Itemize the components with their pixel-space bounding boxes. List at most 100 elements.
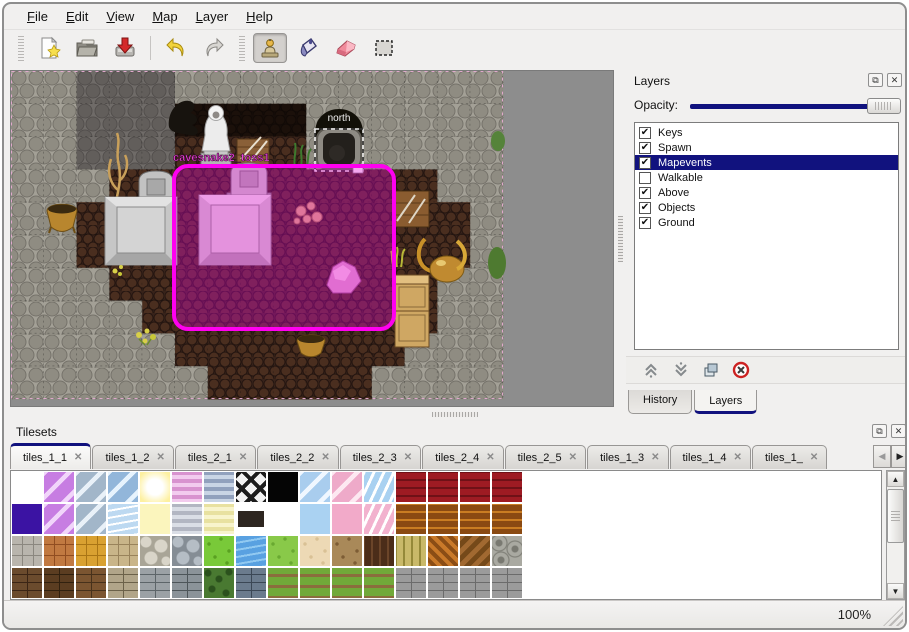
scroll-down-button[interactable]: ▼ xyxy=(887,583,904,599)
layer-checkbox[interactable]: ✔ xyxy=(639,187,651,199)
layers-float-icon[interactable]: ⧉ xyxy=(868,73,883,87)
save-button[interactable] xyxy=(108,33,142,63)
palette-tile-r3c7[interactable] xyxy=(235,567,267,599)
menu-view[interactable]: View xyxy=(97,6,143,27)
menu-file[interactable]: File xyxy=(18,6,57,27)
palette-tile-r0c8[interactable] xyxy=(267,471,299,503)
tab-close-icon[interactable]: ✕ xyxy=(810,452,818,463)
tab-close-icon[interactable]: ✕ xyxy=(239,452,247,463)
palette-tile-r1c11[interactable] xyxy=(363,503,395,535)
palette-tile-r0c13[interactable] xyxy=(427,471,459,503)
redo-button[interactable] xyxy=(197,33,231,63)
palette-tile-r1c15[interactable] xyxy=(491,503,523,535)
menu-layer[interactable]: Layer xyxy=(187,6,238,27)
palette-tile-r0c4[interactable] xyxy=(139,471,171,503)
tilesets-close-icon[interactable]: ✕ xyxy=(891,424,906,438)
tileset-tab-tiles_1_3[interactable]: tiles_1_3✕ xyxy=(587,445,668,469)
tab-close-icon[interactable]: ✕ xyxy=(74,452,82,463)
layers-close-icon[interactable]: ✕ xyxy=(887,73,902,87)
tab-close-icon[interactable]: ✕ xyxy=(404,452,412,463)
layer-row-keys[interactable]: ✔Keys xyxy=(635,125,898,140)
tab-close-icon[interactable]: ✕ xyxy=(651,452,659,463)
tab-close-icon[interactable]: ✕ xyxy=(734,452,742,463)
palette-tile-r1c9[interactable] xyxy=(299,503,331,535)
layer-row-mapevents[interactable]: ✔Mapevents xyxy=(635,155,898,170)
opacity-slider-handle[interactable] xyxy=(867,98,901,114)
palette-tile-r3c11[interactable] xyxy=(363,567,395,599)
palette-tile-r2c2[interactable] xyxy=(75,535,107,567)
layer-row-ground[interactable]: ✔Ground xyxy=(635,215,898,230)
palette-tile-r2c8[interactable] xyxy=(267,535,299,567)
tileset-tab-tiles_1_1[interactable]: tiles_1_1✕ xyxy=(10,443,91,469)
palette-tile-r2c3[interactable] xyxy=(107,535,139,567)
palette-tile-r3c5[interactable] xyxy=(171,567,203,599)
palette-tile-r1c3[interactable] xyxy=(107,503,139,535)
horizontal-splitter-handle[interactable] xyxy=(432,412,478,417)
layer-checkbox[interactable]: ✔ xyxy=(639,127,651,139)
tab-close-icon[interactable]: ✕ xyxy=(321,452,329,463)
palette-tile-r2c6[interactable] xyxy=(203,535,235,567)
new-map-button[interactable] xyxy=(32,33,66,63)
palette-tile-r3c2[interactable] xyxy=(75,567,107,599)
palette-tile-r1c0[interactable] xyxy=(11,503,43,535)
menu-help[interactable]: Help xyxy=(237,6,282,27)
eraser-tool-button[interactable] xyxy=(329,33,363,63)
tileset-tab-tiles_2_1[interactable]: tiles_2_1✕ xyxy=(175,445,256,469)
palette-tile-r0c5[interactable] xyxy=(171,471,203,503)
tile-palette[interactable] xyxy=(10,470,882,600)
vertical-splitter-handle[interactable] xyxy=(618,216,623,262)
menu-map[interactable]: Map xyxy=(143,6,186,27)
palette-tile-r2c12[interactable] xyxy=(395,535,427,567)
palette-tile-r0c7[interactable] xyxy=(235,471,267,503)
duplicate-layer-button[interactable] xyxy=(698,359,724,381)
scroll-up-button[interactable]: ▲ xyxy=(887,471,904,487)
layer-row-walkable[interactable]: Walkable xyxy=(635,170,898,185)
palette-tile-r1c7[interactable] xyxy=(235,503,267,535)
tileset-tab-tiles_2_5[interactable]: tiles_2_5✕ xyxy=(505,445,586,469)
palette-tile-r0c11[interactable] xyxy=(363,471,395,503)
fill-tool-button[interactable] xyxy=(291,33,325,63)
palette-tile-r2c7[interactable] xyxy=(235,535,267,567)
tileset-tab-tiles_1_4[interactable]: tiles_1_4✕ xyxy=(670,445,751,469)
tileset-tab-tiles_1_2[interactable]: tiles_1_2✕ xyxy=(92,445,173,469)
layer-row-above[interactable]: ✔Above xyxy=(635,185,898,200)
palette-tile-r3c1[interactable] xyxy=(43,567,75,599)
layer-checkbox[interactable]: ✔ xyxy=(639,202,651,214)
tab-scroll-left-button[interactable]: ◀ xyxy=(873,445,891,468)
palette-tile-r1c10[interactable] xyxy=(331,503,363,535)
tileset-tab-tiles_2_2[interactable]: tiles_2_2✕ xyxy=(257,445,338,469)
toolbar-grip-2[interactable] xyxy=(239,35,245,61)
palette-tile-r2c4[interactable] xyxy=(139,535,171,567)
dock-tab-history[interactable]: History xyxy=(628,390,692,414)
layer-checkbox[interactable]: ✔ xyxy=(639,157,651,169)
tileset-tab-tiles_2_3[interactable]: tiles_2_3✕ xyxy=(340,445,421,469)
layer-checkbox[interactable] xyxy=(639,172,651,184)
layer-checkbox[interactable]: ✔ xyxy=(639,217,651,229)
stamp-tool-button[interactable] xyxy=(253,33,287,63)
palette-tile-r1c8[interactable] xyxy=(267,503,299,535)
palette-tile-r3c13[interactable] xyxy=(427,567,459,599)
scrollbar-thumb[interactable] xyxy=(887,489,904,543)
palette-tile-r2c1[interactable] xyxy=(43,535,75,567)
palette-tile-r3c14[interactable] xyxy=(459,567,491,599)
vertical-splitter[interactable] xyxy=(614,70,626,407)
palette-tile-r0c1[interactable] xyxy=(43,471,75,503)
tab-close-icon[interactable]: ✕ xyxy=(486,452,494,463)
palette-tile-r2c13[interactable] xyxy=(427,535,459,567)
palette-tile-r3c0[interactable] xyxy=(11,567,43,599)
tab-close-icon[interactable]: ✕ xyxy=(156,452,164,463)
layer-row-objects[interactable]: ✔Objects xyxy=(635,200,898,215)
palette-tile-r3c12[interactable] xyxy=(395,567,427,599)
palette-tile-r0c10[interactable] xyxy=(331,471,363,503)
palette-tile-r3c6[interactable] xyxy=(203,567,235,599)
raise-layer-button[interactable] xyxy=(638,359,664,381)
palette-tile-r0c0[interactable] xyxy=(11,471,43,503)
palette-tile-r1c14[interactable] xyxy=(459,503,491,535)
palette-tile-r3c15[interactable] xyxy=(491,567,523,599)
palette-tile-r0c14[interactable] xyxy=(459,471,491,503)
palette-tile-r0c15[interactable] xyxy=(491,471,523,503)
undo-button[interactable] xyxy=(159,33,193,63)
palette-tile-r0c9[interactable] xyxy=(299,471,331,503)
map-viewport[interactable]: north xyxy=(10,70,614,407)
tileset-tab-tiles_2_4[interactable]: tiles_2_4✕ xyxy=(422,445,503,469)
